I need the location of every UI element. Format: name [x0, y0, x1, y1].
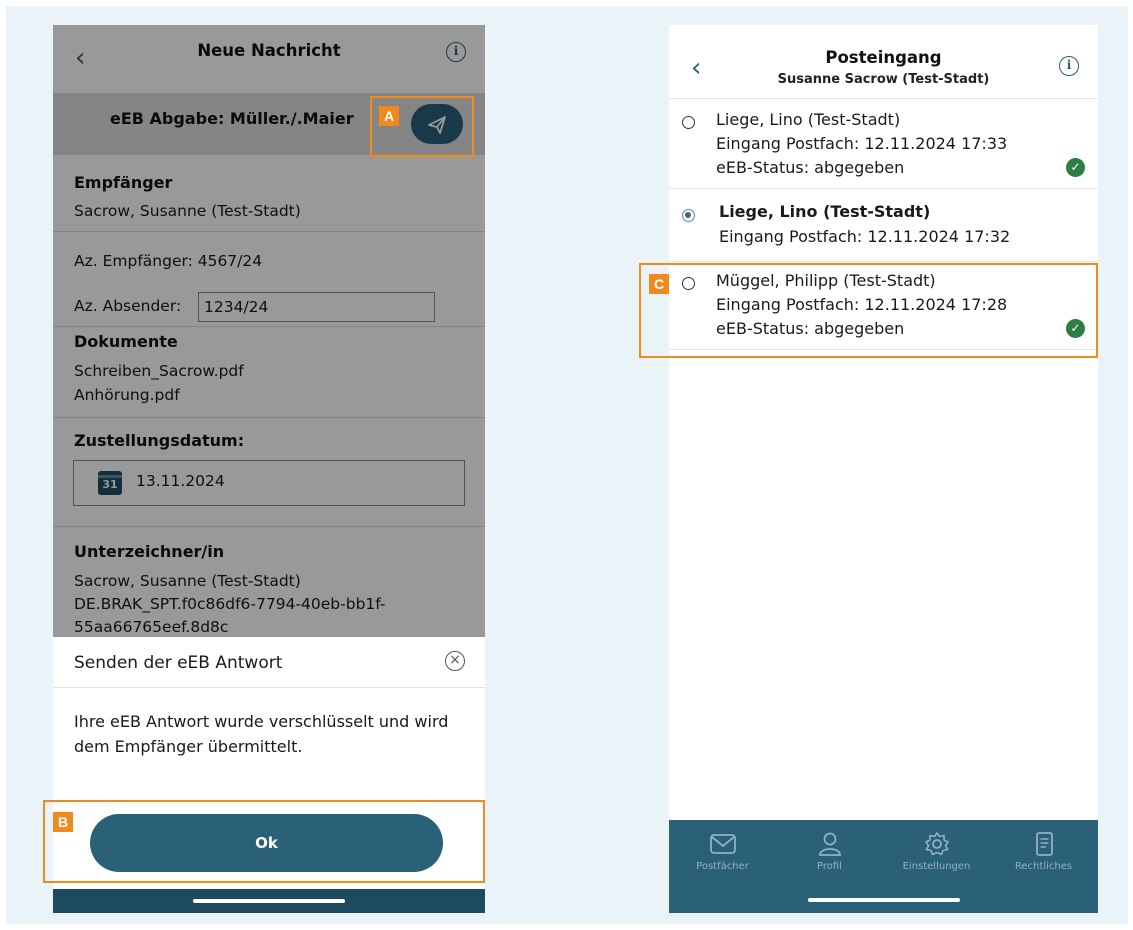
documents-heading: Dokumente — [74, 332, 178, 351]
message-sender: Liege, Lino (Test-Stadt) — [719, 202, 931, 221]
tab-einstellungen[interactable]: Einstellungen — [883, 832, 990, 872]
message-received: Eingang Postfach: 12.11.2024 17:32 — [719, 227, 1011, 246]
documents-section: Dokumente Schreiben_Sacrow.pdf Anhörung.… — [53, 327, 485, 418]
message-sender: Liege, Lino (Test-Stadt) — [716, 110, 901, 129]
check-icon: ✓ — [1066, 158, 1085, 177]
sender-reference-input[interactable]: 1234/24 — [198, 292, 435, 322]
page-title: Neue Nachricht — [197, 41, 341, 60]
bottom-tab-bar: Postfächer Profil Einstellungen Rechtlic… — [669, 820, 1098, 913]
delivery-date-value: 13.11.2024 — [136, 472, 225, 490]
dialog-message: Ihre eEB Antwort wurde verschlüsselt und… — [74, 712, 449, 756]
recipient-reference: Az. Empfänger: 4567/24 — [74, 252, 263, 270]
sender-reference-label: Az. Absender: — [74, 297, 182, 315]
highlight-box-b — [43, 800, 485, 883]
left-phone-screen: ‹ Neue Nachricht i eEB Abgabe: Müller./.… — [53, 25, 485, 913]
signer-heading: Unterzeichner/in — [74, 542, 225, 561]
home-indicator[interactable] — [193, 899, 345, 903]
dialog-title: Senden der eEB Antwort — [74, 653, 283, 673]
annotation-badge-c: C — [649, 274, 669, 294]
signer-certificate: DE.BRAK_SPT.f0c86df6-7794-40eb-bb1f- — [74, 595, 386, 613]
divider — [53, 687, 485, 688]
signer-section: Unterzeichner/in Sacrow, Susanne (Test-S… — [53, 527, 485, 647]
home-indicator[interactable] — [808, 898, 960, 902]
highlight-box-c — [639, 263, 1098, 358]
recipient-name: Sacrow, Susanne (Test-Stadt) — [74, 202, 301, 220]
mail-icon — [709, 834, 736, 854]
tab-label: Einstellungen — [902, 861, 971, 872]
signer-name: Sacrow, Susanne (Test-Stadt) — [74, 572, 301, 590]
signer-certificate: 55aa66765eef.8d8c — [74, 618, 229, 636]
page-subtitle: Susanne Sacrow (Test-Stadt) — [777, 72, 990, 87]
message-status: eEB-Status: abgegeben — [716, 158, 905, 177]
inbox-message-item[interactable]: Liege, Lino (Test-Stadt) Eingang Postfac… — [669, 189, 1098, 262]
calendar-icon: 31 — [98, 471, 122, 495]
close-icon[interactable]: × — [445, 651, 465, 671]
tab-label: Postfächer — [696, 861, 749, 872]
info-icon[interactable]: i — [446, 42, 466, 62]
document-link[interactable]: Anhörung.pdf — [74, 384, 180, 406]
person-icon — [818, 832, 841, 856]
tab-label: Rechtliches — [1014, 861, 1073, 872]
annotation-badge-a: A — [379, 106, 399, 126]
message-received: Eingang Postfach: 12.11.2024 17:33 — [716, 134, 1008, 153]
radio-unselected-icon[interactable] — [682, 116, 695, 129]
delivery-date-section: Zustellungsdatum: 31 13.11.2024 — [53, 418, 485, 527]
gear-icon — [924, 832, 949, 856]
radio-selected-icon[interactable] — [682, 209, 695, 222]
reference-section: Az. Empfänger: 4567/24 Az. Absender: 123… — [53, 232, 485, 327]
top-navigation-bar: ‹ Neue Nachricht i — [53, 25, 485, 93]
right-phone-screen: ‹ Posteingang Susanne Sacrow (Test-Stadt… — [669, 25, 1098, 913]
annotation-badge-b: B — [53, 812, 73, 832]
home-bar — [53, 889, 485, 913]
recipient-heading: Empfänger — [74, 173, 173, 192]
inbox-message-item[interactable]: Liege, Lino (Test-Stadt) Eingang Postfac… — [669, 99, 1098, 189]
tab-postfaecher[interactable]: Postfächer — [669, 832, 776, 872]
tab-rechtliches[interactable]: Rechtliches — [990, 832, 1097, 872]
page-title: Posteingang — [825, 48, 942, 67]
document-icon — [1035, 832, 1053, 856]
tab-profil[interactable]: Profil — [776, 832, 883, 872]
tab-label: Profil — [817, 861, 842, 872]
document-link[interactable]: Schreiben_Sacrow.pdf — [74, 360, 244, 382]
message-subject: eEB Abgabe: Müller./.Maier — [110, 109, 354, 128]
info-icon[interactable]: i — [1059, 56, 1079, 76]
recipient-section: Empfänger Sacrow, Susanne (Test-Stadt) — [53, 155, 485, 232]
delivery-date-picker[interactable]: 31 13.11.2024 — [73, 460, 465, 506]
delivery-date-heading: Zustellungsdatum: — [74, 431, 245, 450]
